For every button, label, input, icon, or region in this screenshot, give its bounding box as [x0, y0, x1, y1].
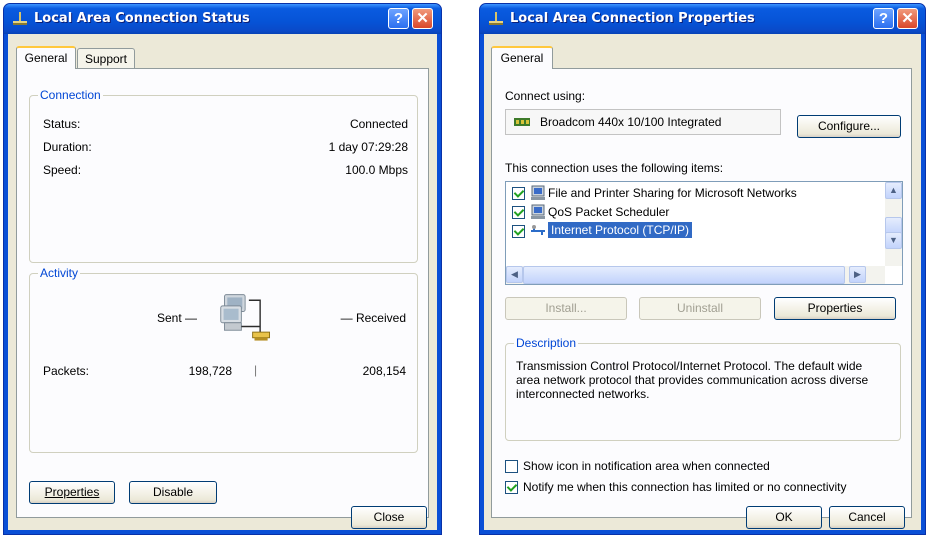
- configure-button-label: Configure...: [817, 119, 881, 133]
- speed-value: 100.0 Mbps: [345, 163, 408, 177]
- tab-general[interactable]: General: [491, 46, 553, 69]
- description-legend: Description: [514, 336, 579, 350]
- cancel-button-label: Cancel: [848, 510, 886, 524]
- uninstall-button[interactable]: Uninstall: [639, 297, 761, 320]
- status-value: Connected: [349, 117, 408, 131]
- item-checkbox[interactable]: [512, 187, 525, 200]
- items-label: This connection uses the following items…: [505, 161, 724, 175]
- close-button[interactable]: Close: [351, 506, 427, 529]
- ok-button[interactable]: OK: [746, 506, 822, 529]
- horizontal-scrollbar[interactable]: ◀ ▶: [506, 266, 885, 284]
- help-button[interactable]: ?: [388, 8, 409, 29]
- properties-window-title: Local Area Connection Properties: [510, 11, 755, 26]
- properties-button[interactable]: Properties: [774, 297, 896, 320]
- notify-checkbox[interactable]: [505, 481, 518, 494]
- packets-sent-value: 198,728: [188, 364, 232, 378]
- properties-general-panel: Connect using: Broadcom 440x 10/100 Inte…: [491, 68, 912, 518]
- scroll-thumb[interactable]: [523, 266, 845, 284]
- scroll-down-icon[interactable]: ▼: [885, 232, 902, 249]
- configure-button[interactable]: Configure...: [797, 115, 901, 138]
- network-service-icon: [531, 185, 545, 200]
- close-window-button[interactable]: ✕: [897, 8, 918, 29]
- adapter-field: Broadcom 440x 10/100 Integrated: [505, 109, 781, 135]
- item-label: Internet Protocol (TCP/IP): [548, 222, 693, 238]
- network-service-icon: [531, 204, 545, 219]
- properties-button-label: Properties: [807, 301, 863, 315]
- packets-divider: |: [254, 363, 258, 377]
- network-connection-icon: [13, 12, 27, 25]
- close-window-button[interactable]: ✕: [412, 8, 433, 29]
- scroll-up-icon[interactable]: ▲: [885, 182, 902, 199]
- status-window: Local Area Connection Status ? ✕ General…: [3, 3, 442, 535]
- ok-button-label: OK: [775, 510, 793, 524]
- speed-label: Speed:: [43, 163, 82, 177]
- properties-client: General Connect using: Broadcom 440x 10/…: [484, 34, 921, 530]
- properties-titlebar[interactable]: Local Area Connection Properties ? ✕: [480, 4, 925, 34]
- protocol-icon: [531, 225, 545, 235]
- tab-general[interactable]: General: [16, 46, 76, 69]
- show-icon-checkbox[interactable]: [505, 460, 518, 473]
- properties-button[interactable]: Properties: [29, 481, 115, 504]
- item-label: QoS Packet Scheduler: [548, 205, 670, 219]
- properties-window: Local Area Connection Properties ? ✕ Gen…: [479, 3, 926, 535]
- install-button-label: Install...: [545, 301, 587, 315]
- tab-support[interactable]: Support: [77, 48, 135, 69]
- packets-received-value: 208,154: [362, 364, 406, 378]
- description-group: Description Transmission Control Protoco…: [505, 336, 901, 441]
- close-button-label: Close: [373, 510, 405, 524]
- cancel-button[interactable]: Cancel: [829, 506, 905, 529]
- item-checkbox[interactable]: [512, 206, 525, 219]
- connect-using-label: Connect using:: [505, 89, 586, 103]
- activity-legend: Activity: [38, 266, 81, 280]
- notify-label[interactable]: Notify me when this connection has limit…: [523, 480, 847, 494]
- components-list[interactable]: File and Printer Sharing for Microsoft N…: [505, 181, 903, 285]
- network-computers-icon: [220, 294, 270, 341]
- description-text: Transmission Control Protocol/Internet P…: [516, 359, 869, 401]
- duration-label: Duration:: [43, 140, 92, 154]
- duration-value: 1 day 07:29:28: [328, 140, 408, 154]
- status-window-title: Local Area Connection Status: [34, 11, 250, 26]
- disable-button-label: Disable: [152, 485, 194, 499]
- network-adapter-icon: [514, 118, 530, 126]
- status-client: General Support Connection Status: Conne…: [8, 34, 437, 530]
- scroll-right-icon[interactable]: ▶: [849, 266, 866, 283]
- packets-label: Packets:: [43, 364, 90, 378]
- help-button[interactable]: ?: [873, 8, 894, 29]
- received-label: — Received: [340, 311, 406, 325]
- show-icon-label[interactable]: Show icon in notification area when conn…: [523, 459, 770, 473]
- item-label: File and Printer Sharing for Microsoft N…: [548, 186, 797, 200]
- sent-label: Sent —: [157, 311, 198, 325]
- scroll-left-icon[interactable]: ◀: [506, 266, 523, 283]
- install-button[interactable]: Install...: [505, 297, 627, 320]
- network-connection-icon: [489, 12, 503, 25]
- item-checkbox[interactable]: [512, 225, 525, 238]
- adapter-name: Broadcom 440x 10/100 Integrated: [540, 115, 722, 129]
- vertical-scrollbar[interactable]: ▲ ▼: [885, 182, 902, 266]
- uninstall-button-label: Uninstall: [676, 301, 724, 315]
- properties-button-label: Properties: [44, 485, 100, 499]
- status-general-panel: Connection Status: Connected Duration: 1…: [16, 68, 429, 518]
- connection-legend: Connection: [38, 88, 103, 102]
- status-label: Status:: [43, 117, 81, 131]
- disable-button[interactable]: Disable: [129, 481, 217, 504]
- status-titlebar[interactable]: Local Area Connection Status ? ✕: [4, 4, 441, 34]
